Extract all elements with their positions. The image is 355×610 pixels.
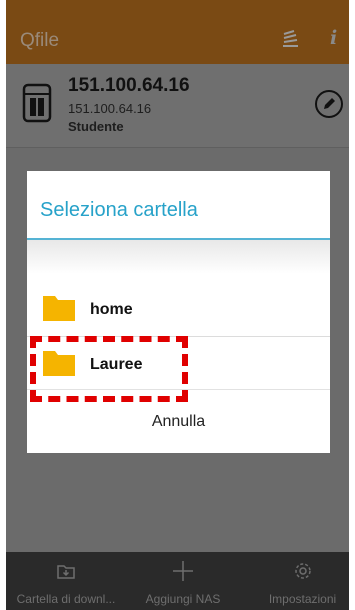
download-folder-icon xyxy=(57,565,75,579)
settings-label: Impostazioni xyxy=(268,592,337,606)
download-folder-button[interactable]: Cartella di downl... xyxy=(6,552,126,610)
edit-pencil-icon[interactable] xyxy=(314,89,344,119)
add-nas-label: Aggiungi NAS xyxy=(145,592,221,606)
dialog-list-spacer xyxy=(27,240,330,274)
add-nas-button[interactable]: Aggiungi NAS xyxy=(128,552,238,610)
settings-button[interactable]: Impostazioni xyxy=(256,552,349,610)
nas-user: Studente xyxy=(68,119,124,134)
select-folder-dialog: Seleziona cartella home Lauree Annulla xyxy=(27,171,330,453)
gear-icon xyxy=(294,563,311,579)
stack-icon[interactable] xyxy=(280,30,300,50)
highlight-annotation xyxy=(30,336,188,402)
folder-item-home[interactable]: home xyxy=(27,282,330,336)
phone-screen: Qfile i 151.100.64.16 151.100.64.16 Stud… xyxy=(6,0,349,610)
nas-ip: 151.100.64.16 xyxy=(68,101,152,116)
folder-icon xyxy=(43,296,75,321)
folder-label-home: home xyxy=(90,301,133,318)
dialog-title: Seleziona cartella xyxy=(40,199,198,221)
nas-list-item[interactable]: 151.100.64.16 151.100.64.16 Studente xyxy=(6,64,349,148)
plus-icon xyxy=(173,561,193,581)
bottom-toolbar: Cartella di downl... Aggiungi NAS Impost… xyxy=(6,552,349,610)
info-icon[interactable]: i xyxy=(330,27,337,49)
cancel-button[interactable]: Annulla xyxy=(27,407,330,437)
nas-name: 151.100.64.16 xyxy=(68,75,190,96)
app-bar: Qfile i xyxy=(6,0,349,64)
app-title: Qfile xyxy=(20,30,60,51)
download-folder-label: Cartella di downl... xyxy=(16,592,116,606)
nas-device-icon xyxy=(22,83,52,123)
